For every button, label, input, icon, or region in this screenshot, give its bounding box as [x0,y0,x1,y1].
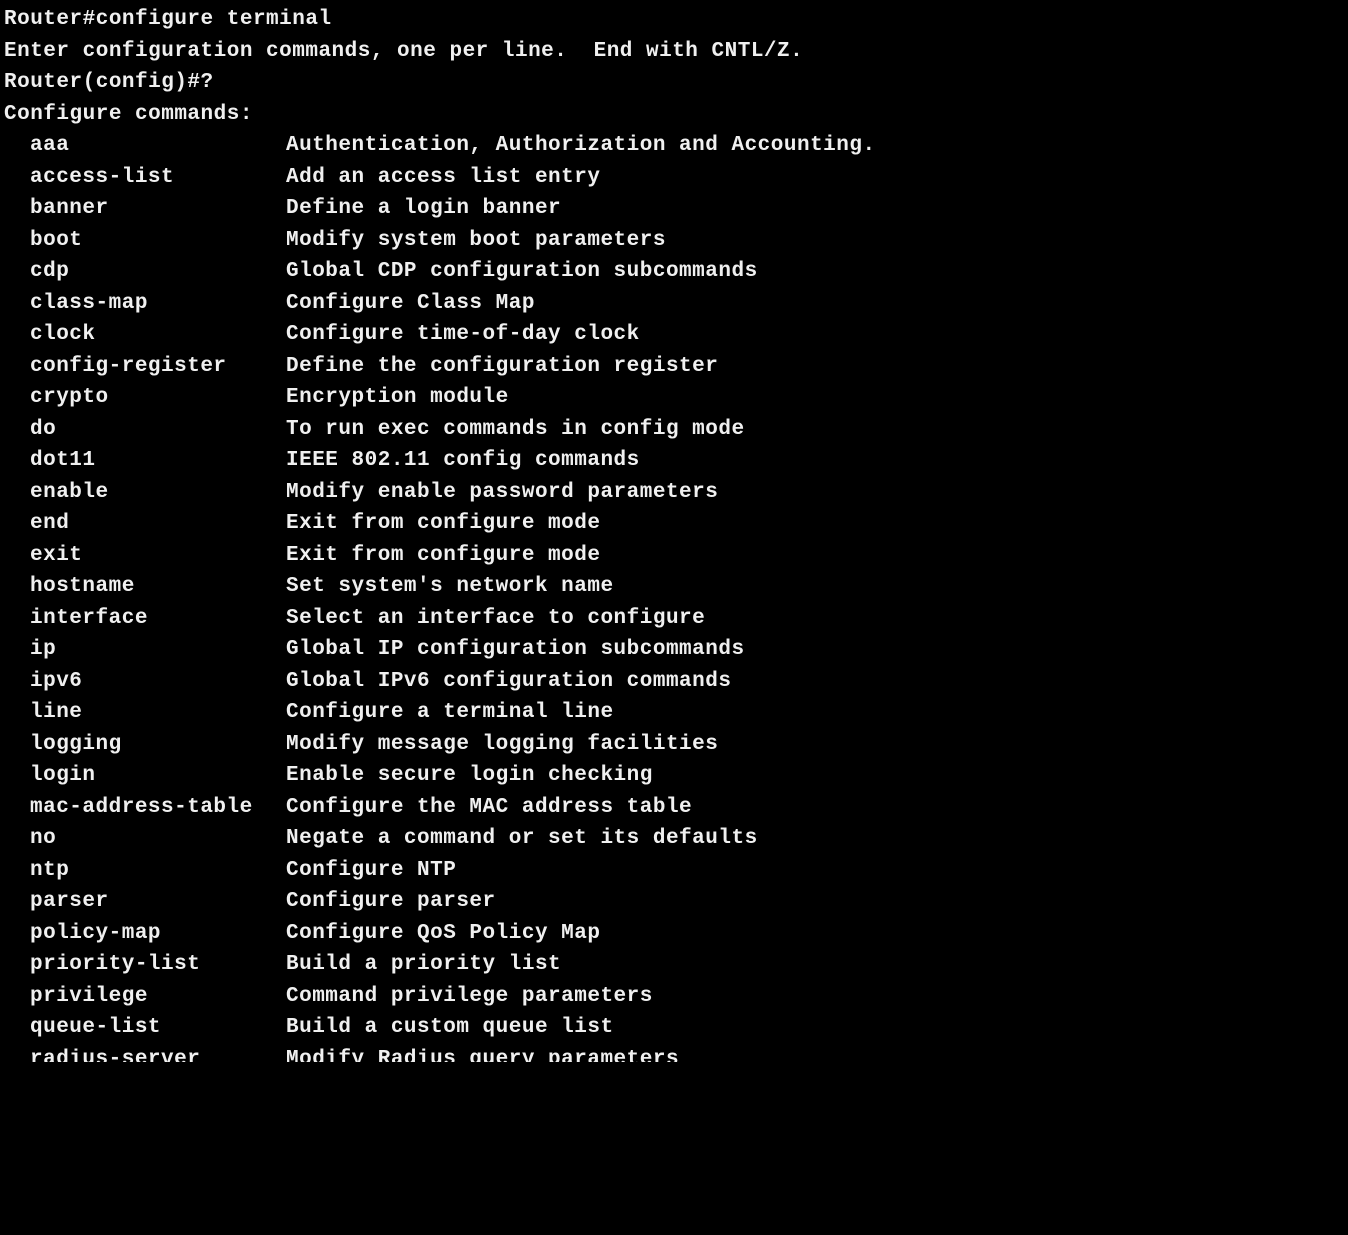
command-row: exitExit from configure mode [4,540,1344,572]
command-name: ipv6 [30,666,286,698]
command-description: Select an interface to configure [286,603,705,635]
command-name: enable [30,477,286,509]
command-row: endExit from configure mode [4,508,1344,540]
command-description: Global CDP configuration subcommands [286,256,758,288]
command-name: login [30,760,286,792]
command-name: access-list [30,162,286,194]
command-description: Build a priority list [286,949,561,981]
command-description: Define a login banner [286,193,561,225]
command-name: mac-address-table [30,792,286,824]
command-name: boot [30,225,286,257]
command-name: line [30,697,286,729]
prompt-line-help: Router(config)#? [4,67,1344,99]
command-row: cryptoEncryption module [4,382,1344,414]
command-row: privilegeCommand privilege parameters [4,981,1344,1013]
command-description: Configure Class Map [286,288,535,320]
command-name: queue-list [30,1012,286,1044]
command-row: class-mapConfigure Class Map [4,288,1344,320]
command-description: Exit from configure mode [286,508,600,540]
command-description: Authentication, Authorization and Accoun… [286,130,876,162]
command-row: config-registerDefine the configuration … [4,351,1344,383]
command-row: dot11IEEE 802.11 config commands [4,445,1344,477]
command-description: Configure the MAC address table [286,792,692,824]
command-description: Add an access list entry [286,162,600,194]
command-name: radius-server [30,1044,286,1062]
command-description: Global IPv6 configuration commands [286,666,731,698]
command-name: privilege [30,981,286,1013]
command-row: cdpGlobal CDP configuration subcommands [4,256,1344,288]
command-row: enableModify enable password parameters [4,477,1344,509]
command-row: clockConfigure time-of-day clock [4,319,1344,351]
command-row: bootModify system boot parameters [4,225,1344,257]
command-row: lineConfigure a terminal line [4,697,1344,729]
command-description: Build a custom queue list [286,1012,614,1044]
command-row: doTo run exec commands in config mode [4,414,1344,446]
command-row: access-listAdd an access list entry [4,162,1344,194]
command-description: Enable secure login checking [286,760,653,792]
command-description: To run exec commands in config mode [286,414,745,446]
command-name: exit [30,540,286,572]
info-line: Enter configuration commands, one per li… [4,36,1344,68]
command-name: clock [30,319,286,351]
command-row: bannerDefine a login banner [4,193,1344,225]
command-name: ip [30,634,286,666]
command-name: aaa [30,130,286,162]
command-name: ntp [30,855,286,887]
command-description: Modify enable password parameters [286,477,718,509]
command-description: Define the configuration register [286,351,718,383]
command-description: Set system's network name [286,571,614,603]
command-description: IEEE 802.11 config commands [286,445,640,477]
command-name: dot11 [30,445,286,477]
command-name: banner [30,193,286,225]
prompt-line-configure-terminal: Router#configure terminal [4,4,1344,36]
command-description: Configure QoS Policy Map [286,918,600,950]
command-name: priority-list [30,949,286,981]
command-description: Command privilege parameters [286,981,653,1013]
command-name: hostname [30,571,286,603]
command-description: Negate a command or set its defaults [286,823,758,855]
command-row: policy-mapConfigure QoS Policy Map [4,918,1344,950]
command-row: loggingModify message logging facilities [4,729,1344,761]
command-name: end [30,508,286,540]
command-description: Encryption module [286,382,509,414]
command-row: queue-listBuild a custom queue list [4,1012,1344,1044]
command-description: Exit from configure mode [286,540,600,572]
command-row: noNegate a command or set its defaults [4,823,1344,855]
command-row: ipGlobal IP configuration subcommands [4,634,1344,666]
command-row-partial: radius-server Modify Radius query parame… [4,1044,1344,1062]
command-description: Configure parser [286,886,496,918]
command-row: mac-address-tableConfigure the MAC addre… [4,792,1344,824]
command-description: Configure a terminal line [286,697,614,729]
command-row: aaaAuthentication, Authorization and Acc… [4,130,1344,162]
command-description: Global IP configuration subcommands [286,634,745,666]
section-header: Configure commands: [4,99,1344,131]
command-row: loginEnable secure login checking [4,760,1344,792]
command-name: interface [30,603,286,635]
command-row: interfaceSelect an interface to configur… [4,603,1344,635]
command-description: Configure time-of-day clock [286,319,640,351]
command-list: aaaAuthentication, Authorization and Acc… [4,130,1344,1044]
command-name: parser [30,886,286,918]
command-row: ipv6Global IPv6 configuration commands [4,666,1344,698]
command-name: no [30,823,286,855]
command-description: Configure NTP [286,855,456,887]
command-row: priority-listBuild a priority list [4,949,1344,981]
command-name: class-map [30,288,286,320]
command-name: logging [30,729,286,761]
command-name: do [30,414,286,446]
command-row: hostnameSet system's network name [4,571,1344,603]
command-name: policy-map [30,918,286,950]
command-description: Modify Radius query parameters [286,1044,679,1062]
command-name: cdp [30,256,286,288]
command-name: crypto [30,382,286,414]
command-description: Modify system boot parameters [286,225,666,257]
command-row: parserConfigure parser [4,886,1344,918]
command-description: Modify message logging facilities [286,729,718,761]
command-row: ntpConfigure NTP [4,855,1344,887]
command-name: config-register [30,351,286,383]
